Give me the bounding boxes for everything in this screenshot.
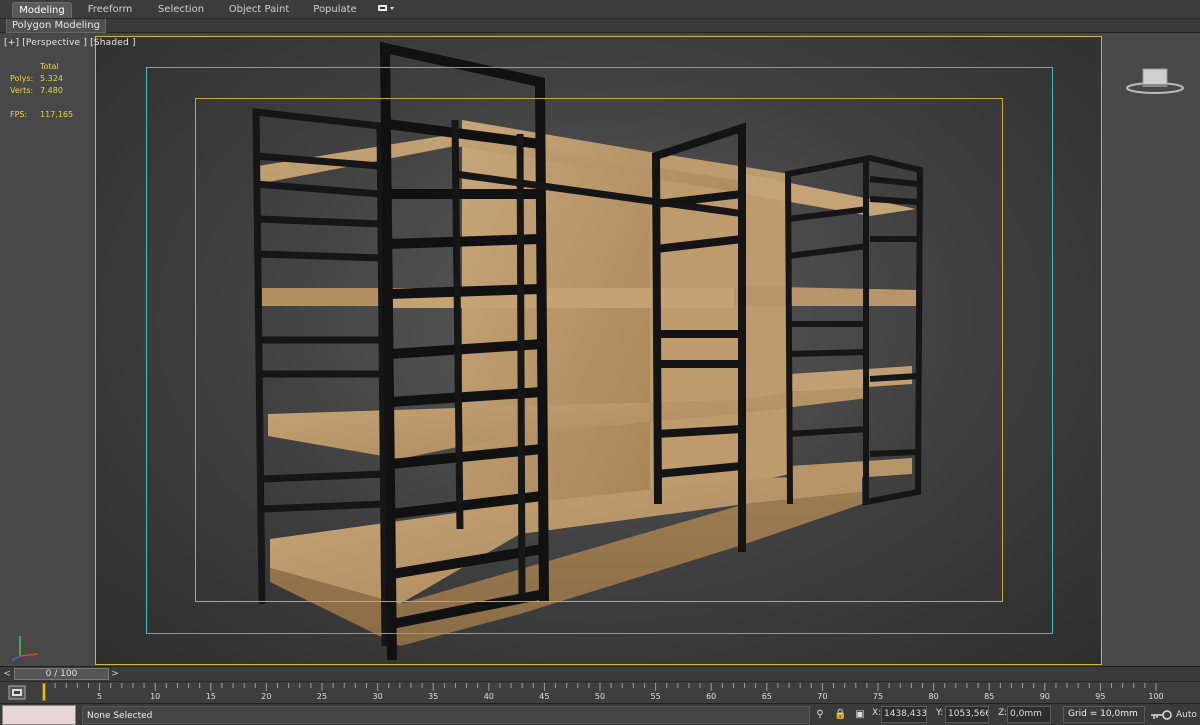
ribbon-tab-bar: Modeling Freeform Selection Object Paint… xyxy=(0,0,1200,19)
ruler-tick-label: 95 xyxy=(1095,692,1106,701)
ruler-tick-label: 15 xyxy=(205,692,216,701)
polys-value: 5.324 xyxy=(40,74,63,83)
ruler-tick-label: 35 xyxy=(428,692,439,701)
key-mode-icon[interactable] xyxy=(1150,709,1172,721)
ruler-tick-label: 90 xyxy=(1039,692,1050,701)
grid-size-readout: Grid = 10,0mm xyxy=(1063,706,1145,723)
ruler-tick-label: 10 xyxy=(150,692,161,701)
perspective-viewport[interactable]: [+] [Perspective ] [Shaded ] Total Polys… xyxy=(0,34,1200,666)
ruler-tick-label: 70 xyxy=(817,692,828,701)
polys-label: Polys: xyxy=(10,74,34,83)
z-coord-label: Z: xyxy=(998,708,1008,718)
ruler-tick-label: 50 xyxy=(594,692,606,701)
ribbon-options-dropdown[interactable] xyxy=(374,2,398,18)
ruler-tick-label: 100 xyxy=(1148,692,1164,701)
fps-label: FPS: xyxy=(10,110,28,119)
z-coord-field[interactable]: 0,0mm xyxy=(1007,706,1051,723)
ruler-tick-label: 85 xyxy=(984,692,995,701)
track-bar[interactable]: 0510152025303540455055606570758085909510… xyxy=(0,681,1200,703)
ruler-tick-label: 30 xyxy=(372,692,383,701)
ruler-tick-label: 80 xyxy=(928,692,939,701)
ruler-tick-label: 65 xyxy=(761,692,772,701)
ribbon-options-icon xyxy=(378,5,394,11)
tab-freeform[interactable]: Freeform xyxy=(80,2,140,18)
status-bar: None Selected ⚲ 🔒 ▣ X: 1438,433m Y: 1053… xyxy=(0,703,1200,725)
current-frame-marker[interactable] xyxy=(42,683,46,701)
tab-object-paint[interactable]: Object Paint xyxy=(226,2,292,18)
ruler-tick-label: 20 xyxy=(261,692,272,701)
ruler-tick-label: 5 xyxy=(97,692,103,701)
maxscript-listener[interactable] xyxy=(2,705,76,725)
safe-frame-inner xyxy=(195,98,1003,602)
x-coord-field[interactable]: 1438,433m xyxy=(881,706,927,723)
axis-tripod-icon xyxy=(11,636,39,661)
time-slider-bar: < 0 / 100 > xyxy=(0,666,1200,681)
absolute-mode-icon[interactable]: ▣ xyxy=(854,708,866,721)
ruler-tick-label: 75 xyxy=(872,692,884,701)
ruler-tick-label: 40 xyxy=(483,692,494,701)
tab-selection[interactable]: Selection xyxy=(150,2,212,18)
mini-curve-editor-icon[interactable] xyxy=(8,685,26,700)
time-slider-next-button[interactable]: > xyxy=(110,669,120,680)
time-slider-thumb[interactable]: 0 / 100 xyxy=(14,668,109,680)
x-coord-label: X: xyxy=(872,708,882,718)
fps-value: 117,165 xyxy=(40,110,74,119)
verts-label: Verts: xyxy=(10,86,34,95)
isolate-selection-icon[interactable]: ⚲ xyxy=(814,708,826,721)
ruler-tick-label: 55 xyxy=(650,692,661,701)
viewport-label-menu[interactable]: [+] [Perspective ] [Shaded ] xyxy=(4,38,136,48)
ribbon-panel-bar: Polygon Modeling xyxy=(0,19,1200,33)
tab-modeling[interactable]: Modeling xyxy=(12,2,72,18)
selection-status-text: None Selected xyxy=(82,706,810,724)
stats-header: Total xyxy=(40,62,59,71)
y-coord-label: Y: xyxy=(936,708,944,718)
ruler-tick-label: 25 xyxy=(316,692,328,701)
viewport-statistics: Total Polys: 5.324 Verts: 7.480 FPS: 117,16… xyxy=(10,61,73,121)
ruler-tick-label: 60 xyxy=(706,692,717,701)
tab-populate[interactable]: Populate xyxy=(306,2,364,18)
auto-key-button[interactable]: Auto xyxy=(1176,707,1200,723)
lock-selection-icon[interactable]: 🔒 xyxy=(834,708,846,721)
polygon-modeling-panel[interactable]: Polygon Modeling xyxy=(6,19,106,33)
time-slider-prev-button[interactable]: < xyxy=(2,669,12,680)
frame-ruler[interactable]: 0510152025303540455055606570758085909510… xyxy=(41,682,1164,704)
y-coord-field[interactable]: 1053,566 xyxy=(945,706,989,723)
verts-value: 7.480 xyxy=(40,86,63,95)
ruler-tick-label: 45 xyxy=(539,692,550,701)
viewcube-icon[interactable] xyxy=(1126,66,1184,96)
